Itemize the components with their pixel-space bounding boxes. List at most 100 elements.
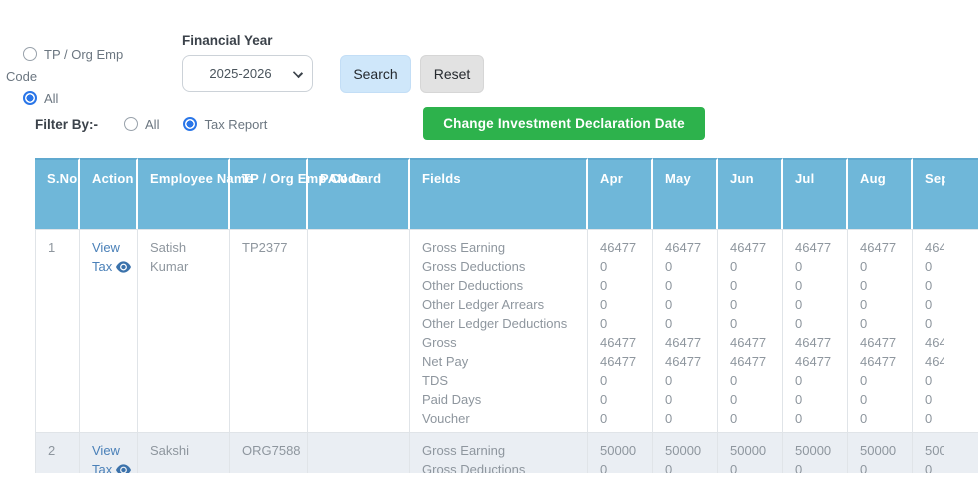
- filter-by-row: Filter By:- All Tax Report: [35, 117, 291, 132]
- field-value: 0: [665, 295, 705, 314]
- field-label: Voucher: [422, 409, 575, 428]
- field-value: 0: [925, 371, 966, 390]
- field-value: 46477: [730, 352, 770, 371]
- financial-year-select-wrap: 2025-2026: [182, 55, 313, 92]
- column-header-apr: Apr: [588, 158, 653, 229]
- field-value: 46477: [795, 238, 835, 257]
- field-value: 0: [665, 409, 705, 428]
- field-value: 0: [600, 390, 640, 409]
- field-value: 0: [860, 295, 900, 314]
- change-investment-declaration-date-button[interactable]: Change Investment Declaration Date: [423, 107, 705, 140]
- filter-all-option[interactable]: All: [124, 117, 159, 132]
- field-value: 0: [600, 460, 640, 473]
- field-value: 0: [600, 314, 640, 333]
- field-value: 50000: [600, 441, 640, 460]
- cell-month-aug: 4647700004647746477000: [848, 229, 913, 433]
- cell-month-may: 4647700004647746477000: [653, 229, 718, 433]
- field-value: 0: [860, 276, 900, 295]
- table-row: 1ViewTaxSatish KumarTP2377Gross EarningG…: [35, 229, 978, 433]
- field-value: 0: [665, 276, 705, 295]
- field-value: 46477: [925, 238, 966, 257]
- table-header: S.NoActionEmployee NameTP / Org Emp Code…: [35, 158, 978, 229]
- financial-year-select[interactable]: 2025-2026: [182, 55, 313, 92]
- field-value: 0: [925, 390, 966, 409]
- emp-code-option-label: TP / Org Emp: [44, 47, 123, 62]
- field-value: 0: [925, 276, 966, 295]
- field-value: 0: [665, 314, 705, 333]
- cell-month-jul: 500000: [783, 433, 848, 473]
- cell-month-sep: 4647700004647746477000: [913, 229, 978, 433]
- cell-sno: 2: [35, 433, 80, 473]
- field-value: 0: [600, 371, 640, 390]
- cell-month-jun: 500000: [718, 433, 783, 473]
- field-label: Net Pay: [422, 352, 575, 371]
- column-header-action: Action: [80, 158, 138, 229]
- cell-employee-name: Satish Kumar: [138, 229, 230, 433]
- cell-pan-card: [308, 229, 410, 433]
- cell-month-sep: 500000: [913, 433, 978, 473]
- cell-action: ViewTax: [80, 229, 138, 433]
- cell-month-apr: 4647700004647746477000: [588, 229, 653, 433]
- column-header-tp-org-emp-code: TP / Org Emp Code: [230, 158, 308, 229]
- field-value: 46477: [665, 352, 705, 371]
- cell-employee-name: Sakshi: [138, 433, 230, 473]
- field-value: 0: [925, 314, 966, 333]
- field-label: Paid Days: [422, 390, 575, 409]
- view-tax-link[interactable]: ViewTax: [92, 441, 125, 473]
- emp-code-option[interactable]: TP / Org Emp: [6, 44, 156, 66]
- column-header-jul: Jul: [783, 158, 848, 229]
- field-value: 0: [795, 460, 835, 473]
- field-value: 0: [795, 314, 835, 333]
- all-radio[interactable]: [23, 91, 37, 105]
- field-value: 0: [795, 257, 835, 276]
- column-header-fields: Fields: [410, 158, 588, 229]
- field-value: 0: [730, 314, 770, 333]
- field-value: 0: [860, 371, 900, 390]
- filter-tax-report-option[interactable]: Tax Report: [183, 117, 267, 132]
- cell-sno: 1: [35, 229, 80, 433]
- field-value: 0: [795, 295, 835, 314]
- filter-all-radio[interactable]: [124, 117, 138, 131]
- field-value: 46477: [925, 352, 966, 371]
- filter-tax-report-radio[interactable]: [183, 117, 197, 131]
- field-label: Gross Deductions: [422, 257, 575, 276]
- all-option[interactable]: All: [6, 88, 156, 110]
- search-button[interactable]: Search: [340, 55, 411, 93]
- cell-month-may: 500000: [653, 433, 718, 473]
- cell-emp-code: TP2377: [230, 229, 308, 433]
- table-row: 2ViewTaxSakshiORG7588Gross EarningGross …: [35, 433, 978, 473]
- eye-icon: [116, 261, 131, 273]
- field-value: 0: [860, 257, 900, 276]
- field-value: 50000: [665, 441, 705, 460]
- field-value: 0: [730, 257, 770, 276]
- filter-by-label: Filter By:-: [35, 117, 98, 132]
- reset-button[interactable]: Reset: [420, 55, 484, 93]
- field-value: 0: [860, 409, 900, 428]
- field-value: 46477: [730, 238, 770, 257]
- field-value: 0: [665, 257, 705, 276]
- field-label: Other Deductions: [422, 276, 575, 295]
- column-header-pan-card: PAN Card: [308, 158, 410, 229]
- column-header-sep: Sep: [913, 158, 978, 229]
- field-value: 0: [730, 371, 770, 390]
- view-tax-link[interactable]: ViewTax: [92, 238, 125, 276]
- filter-tax-report-label: Tax Report: [204, 117, 267, 132]
- field-value: 46477: [925, 333, 966, 352]
- field-value: 46477: [860, 333, 900, 352]
- cell-emp-code: ORG7588: [230, 433, 308, 473]
- emp-code-radio-group: TP / Org Emp Code All: [6, 44, 156, 110]
- all-option-label: All: [44, 91, 58, 106]
- column-header-s-no: S.No: [35, 158, 80, 229]
- field-value: 0: [860, 314, 900, 333]
- column-header-may: May: [653, 158, 718, 229]
- tax-report-table-wrap[interactable]: S.NoActionEmployee NameTP / Org Emp Code…: [35, 158, 978, 473]
- field-value: 0: [795, 276, 835, 295]
- field-value: 0: [730, 409, 770, 428]
- emp-code-radio[interactable]: [23, 47, 37, 61]
- field-value: 0: [730, 460, 770, 473]
- field-value: 0: [665, 390, 705, 409]
- field-value: 0: [925, 295, 966, 314]
- filter-all-label: All: [145, 117, 159, 132]
- field-value: 46477: [860, 352, 900, 371]
- field-value: 0: [860, 460, 900, 473]
